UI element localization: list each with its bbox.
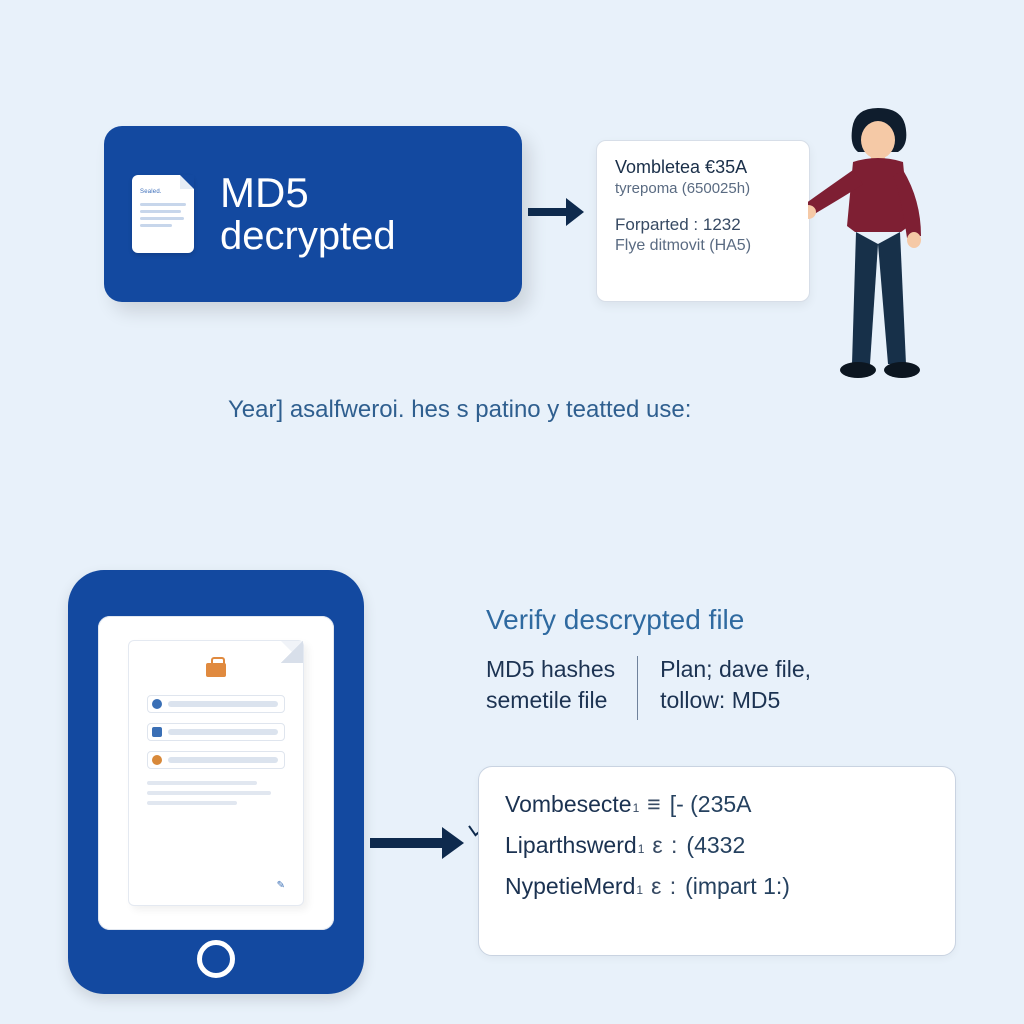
description-text: Year] asalfweroi. hes s patino y teatted…	[228, 396, 848, 424]
hash-sup-1: 1	[633, 801, 640, 815]
hash-sup-3: 1	[636, 883, 643, 897]
hash-key-1: Vombesecte	[505, 791, 632, 818]
device-screen: ✎	[98, 616, 334, 930]
document-icon: Sealed.	[132, 175, 194, 253]
hash-row-2: Liparthswerd 1 ε : (4332	[505, 832, 929, 859]
hash-sup-2: 1	[638, 842, 645, 856]
info-line-1: Vombletea €35A	[615, 157, 791, 178]
col-right-line1: Plan; dave file,	[660, 656, 811, 683]
home-button-icon	[197, 940, 235, 978]
col-left-line1: MD5 hashes	[486, 656, 615, 683]
info-line-3: Forparted : 1232	[615, 215, 791, 235]
arrow-right-icon	[528, 202, 584, 222]
person-pointing-icon	[808, 100, 948, 400]
doc-signature-icon: ✎	[277, 880, 285, 891]
hash-key-3: NypetieMerd	[505, 873, 635, 900]
col-right-line2: tollow: MD5	[660, 687, 811, 714]
hash-val-1: [- (235A	[670, 791, 752, 818]
hash-key-2: Liparthswerd	[505, 832, 637, 859]
col-left-line2: semetile file	[486, 687, 615, 714]
hash-op-2: ε :	[652, 832, 678, 859]
document-on-screen-icon: ✎	[128, 640, 304, 906]
arrow-right-with-tick-icon	[370, 830, 466, 856]
hash-op-1: ≡	[647, 791, 661, 818]
hash-row-1: Vombesecte 1 ≡ [- (235A	[505, 791, 929, 818]
card-title: MD5 decrypted	[220, 171, 396, 257]
doc-small-label: Sealed.	[140, 189, 162, 195]
doc-field-3	[147, 751, 285, 769]
hash-op-3: ε :	[651, 873, 677, 900]
column-labels: MD5 hashes semetile file Plan; dave file…	[486, 656, 833, 720]
md5-decrypted-card: Sealed. MD5 decrypted	[104, 126, 522, 302]
doc-text-lines	[140, 203, 186, 231]
hash-val-2: (4332	[686, 832, 745, 859]
card-title-line2: decrypted	[220, 215, 396, 257]
doc-field-1	[147, 695, 285, 713]
info-line-2: tyrepoma (650025h)	[615, 180, 791, 197]
info-line-4: Flye ditmovit (HA5)	[615, 237, 791, 255]
hash-val-3: (impart 1:)	[685, 873, 790, 900]
hash-values-panel: Vombesecte 1 ≡ [- (235A Liparthswerd 1 ε…	[478, 766, 956, 956]
verify-heading: Verify descrypted file	[486, 604, 744, 636]
hash-info-box: Vombletea €35A tyrepoma (650025h) Forpar…	[596, 140, 810, 302]
doc-field-2	[147, 723, 285, 741]
hash-row-3: NypetieMerd 1 ε : (impart 1:)	[505, 873, 929, 900]
tablet-device: ✎	[68, 570, 364, 994]
card-title-line1: MD5	[220, 171, 396, 215]
column-right: Plan; dave file, tollow: MD5	[638, 656, 833, 720]
briefcase-icon	[206, 663, 226, 677]
column-left: MD5 hashes semetile file	[486, 656, 637, 720]
